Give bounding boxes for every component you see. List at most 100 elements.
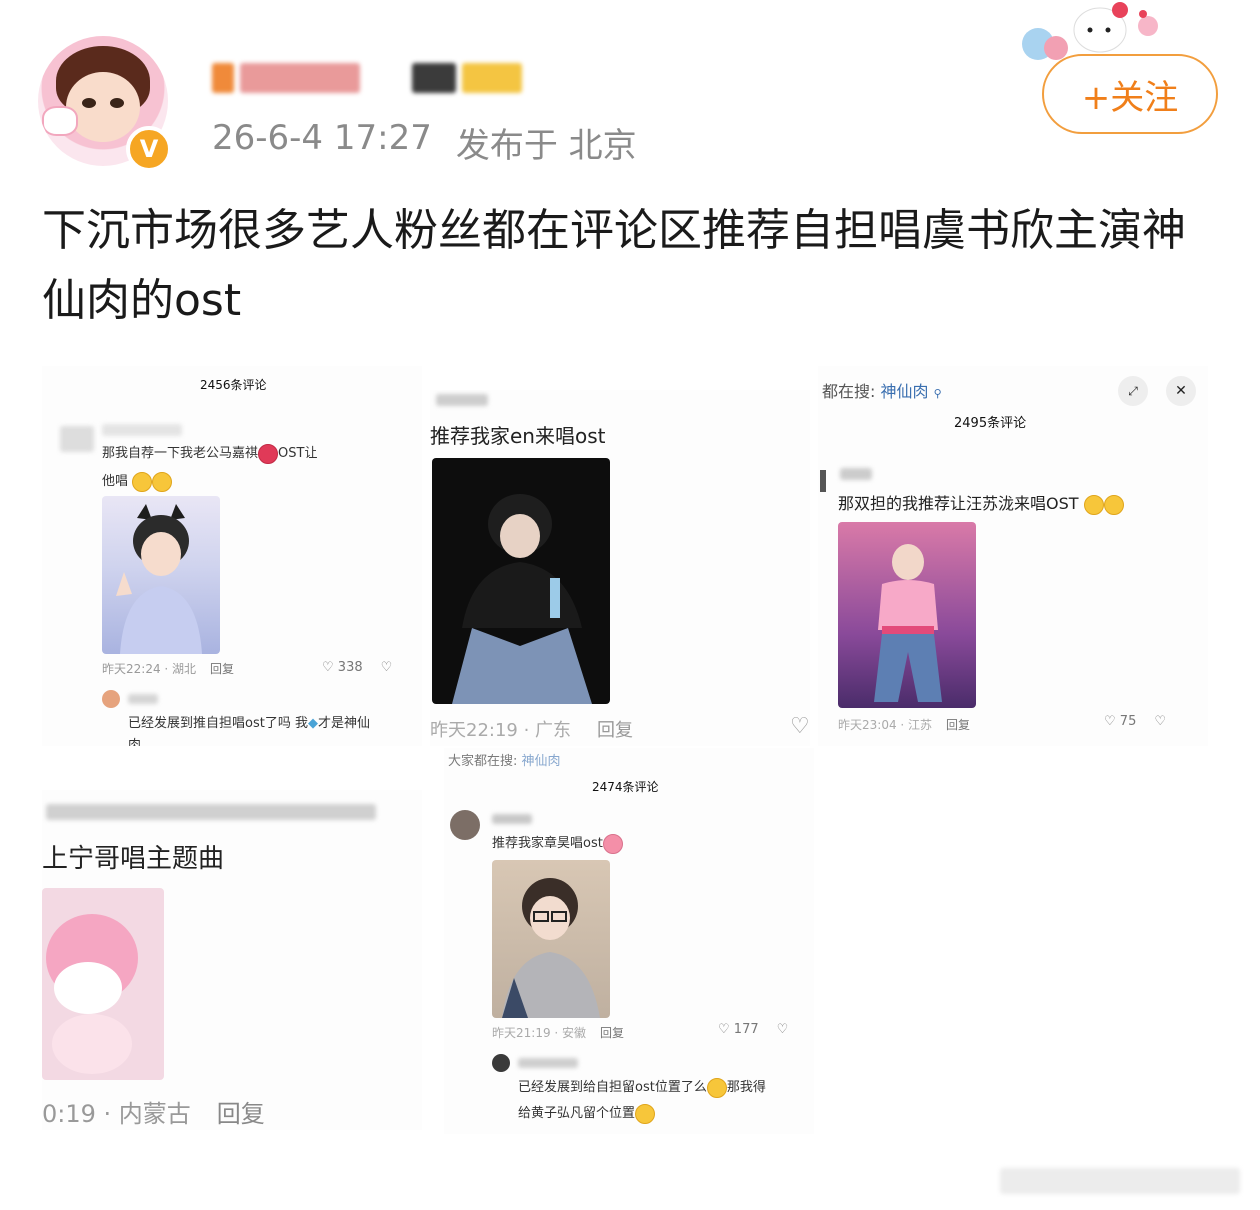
heart-icon[interactable]: ♡	[790, 714, 810, 739]
comment-meta: 0:19 · 内蒙古 回复	[42, 1094, 265, 1129]
singer-figure-icon	[452, 494, 592, 704]
comment-text: 上宁哥唱主题曲	[42, 844, 225, 874]
comment-line2: 他唱	[102, 474, 129, 489]
comment-photo[interactable]	[42, 888, 164, 1080]
post-timestamp: 26-6-4 17:27	[212, 118, 432, 158]
reply-text: 已经发展到推自担唱ost了吗 我◆才是神仙	[128, 712, 370, 731]
search-bar[interactable]: 都在搜: 神仙肉 ⚲	[822, 378, 942, 402]
reply-line2: 给黄子弘凡留个位置	[518, 1106, 636, 1121]
post-location: 发布于 北京	[455, 126, 637, 166]
like-count: 338	[337, 660, 363, 675]
hand-emoji-icon	[1103, 494, 1124, 515]
comment-time: 昨天22:19 · 广东	[430, 720, 572, 741]
comment-photo[interactable]	[492, 860, 610, 1018]
comment-text-main: 那我自荐一下我老公马嘉祺	[102, 446, 259, 461]
search-term-link[interactable]: 神仙肉	[881, 382, 929, 401]
singer-figure-icon	[502, 878, 600, 1018]
like-count: 177	[733, 1022, 759, 1037]
comment-count: 2495条评论	[954, 416, 1027, 431]
commenter-name	[102, 424, 182, 436]
reply-text-main: 已经发展到推自担唱ost了吗 我	[128, 716, 308, 731]
commenter-name	[492, 814, 532, 824]
reply-avatar	[492, 1054, 510, 1072]
commenter-name	[840, 468, 872, 480]
reply-button[interactable]: 回复	[210, 660, 234, 677]
face-emoji-icon	[635, 1103, 656, 1124]
face-emoji-icon	[152, 471, 173, 492]
reply-text-line2: 肉	[128, 738, 142, 746]
heart-icon: ♡	[1104, 714, 1116, 729]
avatar-eye	[110, 98, 124, 108]
like-button[interactable]: ♡ 75	[1104, 714, 1136, 729]
screenshot-b[interactable]: 推荐我家en来唱ost 昨天22:19 · 广东 回复 ♡	[430, 390, 810, 746]
face-emoji-icon	[706, 1077, 727, 1098]
commenter-name	[436, 394, 488, 406]
dislike-icon[interactable]: ♡	[777, 1022, 789, 1037]
shy-emoji-icon	[602, 833, 623, 854]
comment-text-line2: 他唱	[102, 470, 173, 492]
comment-text: 那我自荐一下我老公马嘉祺 OST让	[102, 442, 317, 464]
commenter-avatar	[820, 470, 826, 492]
follow-button[interactable]: +关注	[1042, 54, 1218, 134]
dislike-icon[interactable]: ♡	[381, 660, 393, 675]
fish-emoji-icon: ◆	[307, 716, 318, 731]
comment-meta: 昨天23:04 · 江苏 回复	[838, 716, 970, 733]
close-icon[interactable]: ✕	[1166, 376, 1196, 406]
commenter-name	[46, 804, 376, 820]
comment-actions: ♡ 75 ♡	[1104, 714, 1166, 729]
comment-actions: ♡ 177 ♡	[718, 1022, 788, 1037]
reply-text: 已经发展到给自担留ost位置了么 那我得	[518, 1076, 766, 1098]
search-bar[interactable]: 大家都在搜: 神仙肉	[448, 750, 561, 769]
reply-avatar	[102, 690, 120, 708]
comment-text-main: 那双担的我推荐让汪苏泷来唱OST	[838, 494, 1079, 513]
heart-icon: ♡	[718, 1022, 730, 1037]
expand-icon[interactable]: ⤢	[1118, 376, 1148, 406]
lips-emoji-icon	[258, 443, 279, 464]
search-prefix: 都在搜:	[822, 382, 876, 401]
screenshot-a[interactable]: 2456条评论 那我自荐一下我老公马嘉祺 OST让 他唱 昨天22:24 · 湖北…	[42, 366, 422, 746]
comment-photo[interactable]	[432, 458, 610, 704]
my-melody-figure-icon	[46, 914, 138, 1074]
like-button[interactable]: ♡ 177	[718, 1022, 759, 1037]
search-prefix: 大家都在搜:	[448, 754, 518, 769]
reply-text-line2: 给黄子弘凡留个位置	[518, 1102, 656, 1124]
verified-v-icon: V	[126, 126, 172, 172]
post-body: 下沉市场很多艺人粉丝都在评论区推荐自担唱虞书欣主演神仙肉的ost	[42, 205, 1186, 326]
comment-text: 那双担的我推荐让汪苏泷来唱OST	[838, 490, 1124, 515]
face-emoji-icon	[132, 471, 153, 492]
reply-button[interactable]: 回复	[217, 1094, 265, 1129]
username-redacted[interactable]	[212, 56, 522, 100]
singer-figure-icon	[116, 504, 202, 654]
commenter-avatar	[450, 810, 480, 840]
comment-text: 推荐我家en来唱ost	[430, 424, 606, 448]
reply-name	[518, 1058, 578, 1068]
reply-button[interactable]: 回复	[600, 1024, 624, 1041]
watermark	[1000, 1168, 1240, 1194]
avatar-face	[66, 72, 140, 142]
screenshot-d[interactable]: 上宁哥唱主题曲 0:19 · 内蒙古 回复	[42, 790, 422, 1130]
search-term-link[interactable]: 神仙肉	[522, 754, 561, 769]
search-icon: ⚲	[933, 387, 942, 400]
reply-button[interactable]: 回复	[946, 716, 970, 733]
comment-text-tail: OST让	[278, 446, 318, 461]
heart-icon: ♡	[322, 660, 334, 675]
reply-button[interactable]: 回复	[597, 716, 633, 742]
comment-time: 昨天23:04 · 江苏	[838, 718, 933, 732]
dislike-icon[interactable]: ♡	[1154, 714, 1166, 729]
comment-photo[interactable]	[838, 522, 976, 708]
screenshot-c[interactable]: 都在搜: 神仙肉 ⚲ ⤢ ✕ 2495条评论 那双担的我推荐让汪苏泷来唱OST …	[818, 366, 1208, 746]
avatar-eye	[82, 98, 96, 108]
comment-time: 0:19 · 内蒙古	[42, 1100, 191, 1128]
avatar-hello-kitty	[42, 106, 78, 136]
screenshot-e[interactable]: 大家都在搜: 神仙肉 2474条评论 推荐我家章昊唱ost 昨天21:19 · …	[444, 748, 814, 1134]
comment-photo[interactable]	[102, 496, 220, 654]
comment-text: 推荐我家章昊唱ost	[492, 832, 623, 854]
comment-count: 2456条评论	[200, 378, 267, 392]
comment-meta: 昨天21:19 · 安徽 回复	[492, 1024, 624, 1041]
comment-count: 2474条评论	[592, 780, 659, 794]
comment-text-main: 推荐我家章昊唱ost	[492, 836, 603, 851]
like-button[interactable]: ♡ 338	[322, 660, 363, 675]
singer-figure-icon	[874, 544, 942, 702]
comment-time: 昨天22:24 · 湖北	[102, 662, 197, 676]
like-count: 75	[1119, 714, 1137, 729]
